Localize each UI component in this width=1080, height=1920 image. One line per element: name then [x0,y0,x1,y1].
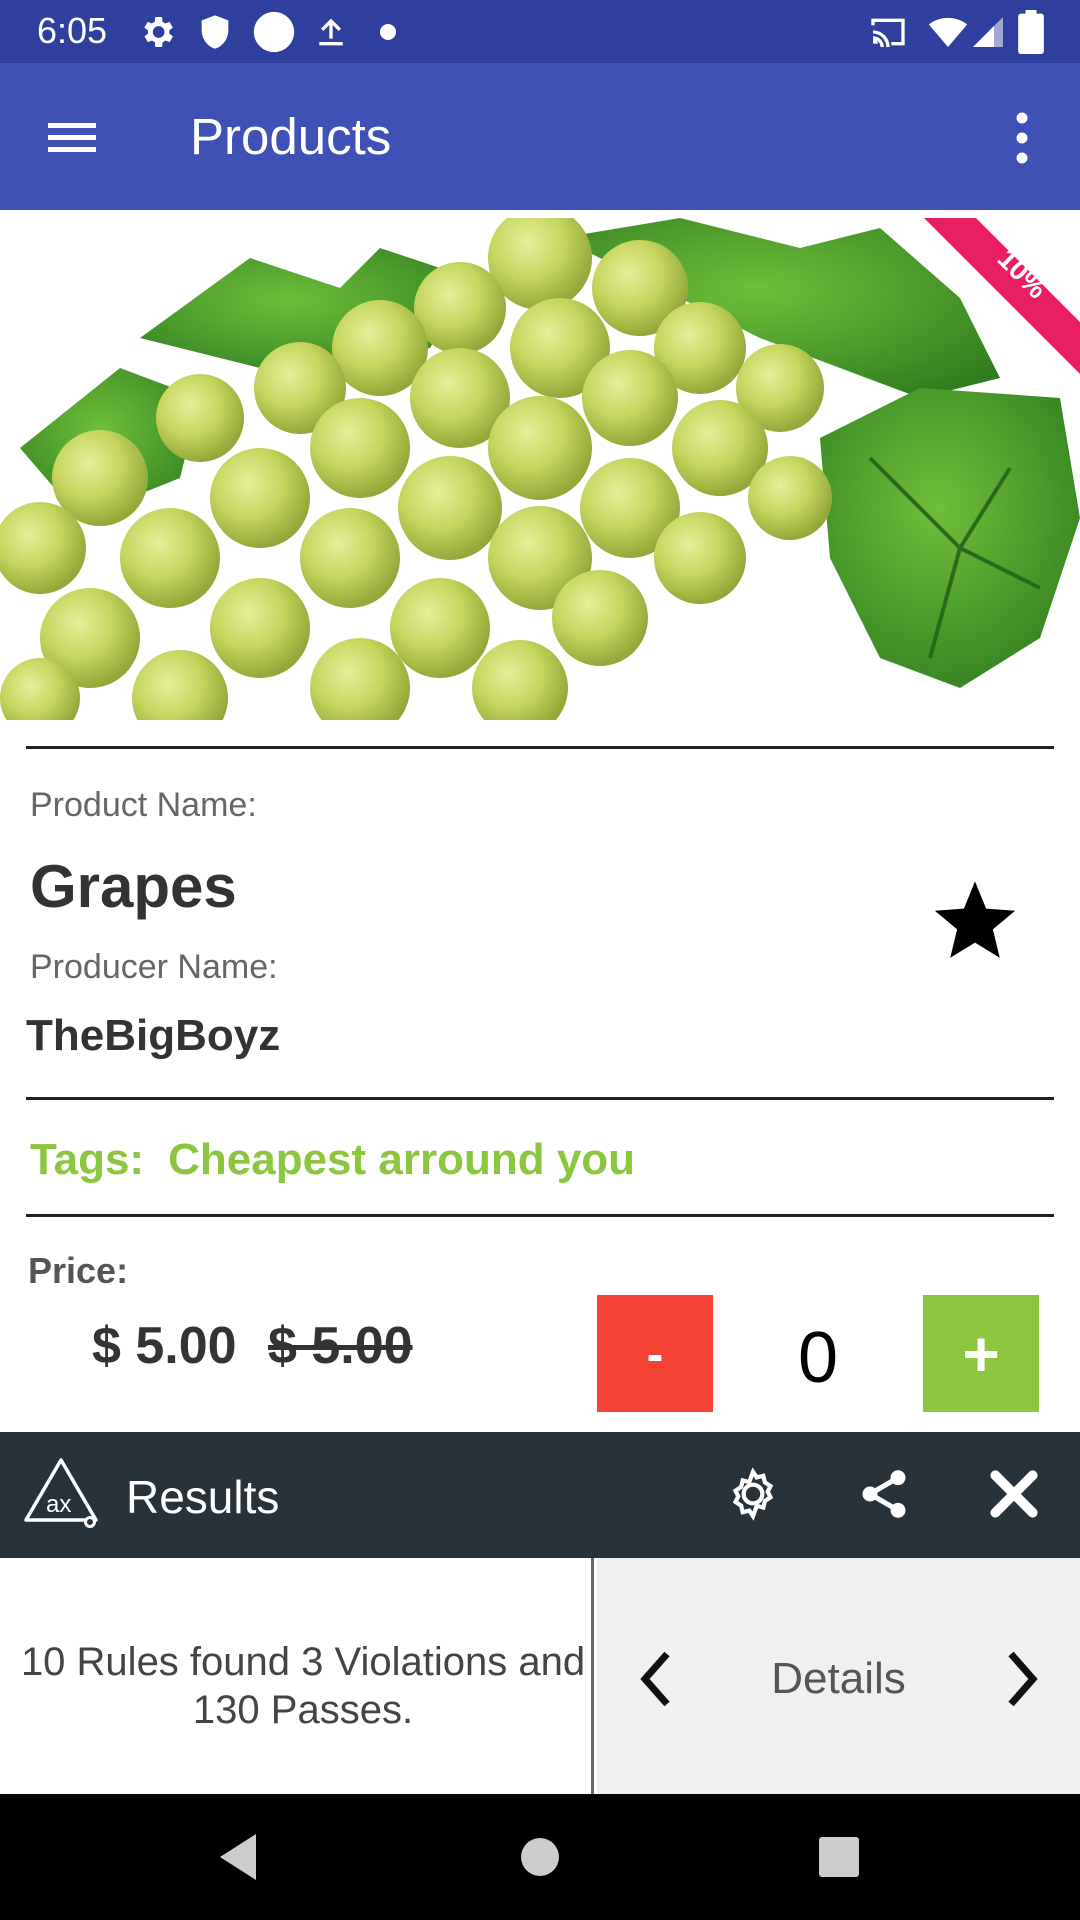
divider [26,746,1054,749]
quantity-value: 0 [797,1318,839,1398]
producer-name: TheBigBoyz [26,1011,281,1060]
system-navigation-bar [0,1794,1080,1920]
results-summary-panel: 10 Rules found 3 Violations and 130 Pass… [0,1558,594,1794]
more-vert-icon[interactable] [1000,103,1044,173]
divider [26,1214,1054,1217]
upload-icon [319,18,343,46]
tags-value: Cheapest arround you [168,1135,636,1184]
page-title: Products [190,108,392,165]
recents-icon[interactable] [806,1824,872,1890]
signal-icon [973,17,1003,47]
settings-icon [144,17,173,47]
details-panel: Details [597,1558,1080,1794]
back-icon[interactable] [206,1824,272,1890]
share-icon[interactable] [856,1466,912,1522]
home-icon[interactable] [507,1824,573,1890]
product-name-label: Product Name: [30,786,257,824]
shield-icon [201,15,229,49]
price-current: $ 5.00 [92,1317,237,1375]
results-bar: ax Results [0,1432,1080,1558]
battery-icon [1018,10,1044,54]
star-icon[interactable] [932,876,1018,962]
hamburger-menu-icon[interactable] [40,107,104,167]
close-icon[interactable] [986,1466,1042,1522]
results-summary: 10 Rules found 3 Violations and 130 Pass… [20,1640,586,1732]
dot-icon [380,24,396,40]
product-name: Grapes [30,853,237,920]
wifi-icon [928,17,968,47]
app-bar: Products [0,63,1080,210]
tags: Tags: Cheapest arround you [30,1134,635,1186]
ax-logo-icon: ax [24,1458,98,1528]
price-label: Price: [28,1250,129,1291]
status-time: 6:05 [37,10,108,51]
chevron-right-icon[interactable] [997,1644,1047,1714]
cast-icon [871,18,905,47]
tags-label: Tags: [30,1135,145,1184]
circle-icon [253,11,295,53]
price-original: $ 5.00 [268,1317,413,1375]
producer-name-label: Producer Name: [30,948,278,986]
divider [26,1097,1054,1100]
results-title: Results [126,1471,280,1523]
settings-icon[interactable] [725,1466,781,1522]
grapes-photo [0,218,1080,720]
decrease-quantity-button[interactable]: - [597,1295,713,1412]
increase-quantity-button[interactable]: + [923,1295,1039,1412]
product-image [0,218,1080,720]
status-bar: 6:05 [0,0,1080,63]
svg-text:ax: ax [46,1491,71,1518]
